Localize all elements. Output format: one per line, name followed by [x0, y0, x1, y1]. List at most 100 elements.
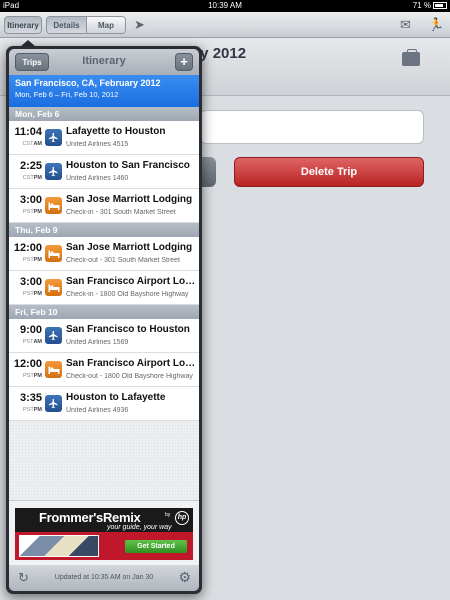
row-time: 3:35 — [19, 392, 42, 404]
row-tz: CST — [22, 175, 34, 181]
ad-by: by — [165, 512, 171, 518]
row-subtitle: United Airlines 1569 — [66, 339, 129, 346]
itinerary-list[interactable]: Mon, Feb 6 11:04 CSTAM Lafayette to Houston… — [9, 107, 199, 500]
battery-percent: 71 % — [412, 1, 431, 10]
itinerary-row[interactable]: 3:00 PSTPM San Francisco Airport Lodging Ch… — [9, 271, 199, 305]
section-header: Mon, Feb 6 — [9, 107, 199, 121]
row-title: San Jose Marriott Lodging — [66, 242, 193, 253]
updated-label: Updated at 10:35 AM on Jan 30 — [54, 574, 154, 581]
row-time: 3:00 — [19, 194, 42, 206]
row-timezone: PSTPM — [9, 291, 42, 297]
mail-icon[interactable]: ✉ — [400, 17, 411, 33]
trip-dates: Mon, Feb 6 – Fri, Feb 10, 2012 — [15, 90, 119, 99]
battery-icon — [433, 2, 447, 9]
row-subtitle: United Airlines 1460 — [66, 175, 129, 182]
gear-icon[interactable]: ⚙ — [178, 569, 191, 586]
battery-status: 71 % — [413, 1, 447, 10]
running-man-icon[interactable]: 🏃 — [428, 17, 444, 33]
ad-creative[interactable]: Frommer'sRemix by hp your guide, your wa… — [15, 508, 193, 560]
row-subtitle: United Airlines 4515 — [66, 141, 129, 148]
details-tab[interactable]: Details — [47, 17, 87, 33]
view-segmented-control: Details Map — [46, 16, 126, 34]
itinerary-row[interactable]: 12:00 PSTPM San Jose Marriott Lodging Check… — [9, 237, 199, 271]
row-title: Houston to Lafayette — [66, 392, 166, 403]
row-title: Lafayette to Houston — [66, 126, 166, 137]
row-time: 3:00 — [19, 276, 42, 288]
airplane-icon — [45, 163, 62, 180]
briefcase-icon[interactable] — [402, 49, 420, 66]
row-time: 12:00 — [13, 242, 42, 254]
selected-trip-banner[interactable]: San Francisco, CA, February 2012 Mon, Fe… — [9, 75, 199, 107]
row-timezone: PSTPM — [9, 407, 42, 413]
ad-tagline: your guide, your way — [107, 524, 172, 531]
itinerary-row[interactable]: 3:35 PSTPM Houston to Lafayette United Airl… — [9, 387, 199, 421]
row-title: Houston to San Francisco — [66, 160, 190, 171]
row-time: 2:25 — [19, 160, 42, 172]
row-subtitle: Check-in - 1800 Old Bayshore Highway — [66, 291, 189, 298]
row-subtitle: Check-out - 1800 Old Bayshore Highway — [66, 373, 193, 380]
itinerary-popover: Trips Itinerary + San Francisco, CA, Feb… — [6, 46, 202, 594]
row-tz: PST — [23, 209, 34, 215]
delete-trip-button[interactable]: Delete Trip — [234, 157, 424, 187]
bed-icon — [45, 361, 62, 378]
row-time: 12:00 — [13, 358, 42, 370]
row-timezone: CSTAM — [9, 141, 42, 147]
status-bar: iPad 10:39 AM 71 % — [0, 0, 450, 12]
row-ampm: PM — [33, 373, 42, 379]
row-timezone: PSTPM — [9, 373, 42, 379]
status-time: 10:39 AM — [208, 1, 242, 10]
row-time: 11:04 — [14, 126, 42, 138]
trip-title: San Francisco, CA, February 2012 — [15, 78, 161, 88]
row-title: San Francisco to Houston — [66, 324, 190, 335]
row-subtitle: Check-in - 301 South Market Street — [66, 209, 176, 216]
section-header: Fri, Feb 10 — [9, 305, 199, 319]
row-tz: PST — [23, 291, 34, 297]
itinerary-row[interactable]: 2:25 CSTPM Houston to San Francisco United … — [9, 155, 199, 189]
row-tz: PST — [23, 373, 34, 379]
itinerary-row[interactable]: 9:00 PSTAM San Francisco to Houston United … — [9, 319, 199, 353]
row-title: San Jose Marriott Lodging — [66, 194, 193, 205]
location-arrow-icon[interactable]: ➤ — [134, 17, 145, 33]
row-ampm: PM — [33, 175, 42, 181]
row-tz: PST — [23, 407, 34, 413]
ad-brand: Frommer'sRemix — [39, 510, 141, 525]
airplane-icon — [45, 395, 62, 412]
row-tz: PST — [22, 339, 34, 345]
row-time: 9:00 — [19, 324, 42, 336]
airplane-icon — [45, 129, 62, 146]
row-tz: CST — [22, 141, 34, 147]
ad-photos — [19, 535, 99, 557]
get-started-button[interactable]: Get Started — [125, 540, 187, 553]
airplane-icon — [45, 327, 62, 344]
row-ampm: AM — [33, 339, 42, 345]
trip-name-field[interactable] — [200, 110, 424, 144]
itinerary-row[interactable]: 3:00 PSTPM San Jose Marriott Lodging Check-… — [9, 189, 199, 223]
bed-icon — [45, 245, 62, 262]
popover-footer: ↻ Updated at 10:35 AM on Jan 30 ⚙ — [9, 565, 199, 591]
list-empty-area — [9, 421, 199, 500]
bed-icon — [45, 197, 62, 214]
row-title: San Francisco Airport Lodging — [66, 358, 196, 369]
row-timezone: CSTPM — [9, 175, 42, 181]
row-ampm: PM — [33, 291, 42, 297]
add-button[interactable]: + — [175, 53, 193, 71]
row-tz: PST — [23, 257, 34, 263]
popover-header: Trips Itinerary + — [9, 49, 199, 75]
ad-banner[interactable]: Frommer'sRemix by hp your guide, your wa… — [9, 500, 199, 565]
popover-title: Itinerary — [82, 55, 126, 67]
map-tab[interactable]: Map — [87, 17, 125, 33]
toolbar: Itinerary Details Map ➤ ✉ 🏃 — [0, 12, 450, 38]
row-ampm: PM — [33, 407, 42, 413]
row-subtitle: Check-out - 301 South Market Street — [66, 257, 180, 264]
row-ampm: PM — [33, 209, 42, 215]
hp-logo-icon: hp — [175, 511, 189, 525]
row-ampm: AM — [33, 141, 42, 147]
row-title: San Francisco Airport Lodging — [66, 276, 196, 287]
row-timezone: PSTPM — [9, 209, 42, 215]
row-timezone: PSTAM — [9, 339, 42, 345]
itinerary-button[interactable]: Itinerary — [4, 16, 42, 34]
itinerary-row[interactable]: 11:04 CSTAM Lafayette to Houston United Air… — [9, 121, 199, 155]
bed-icon — [45, 279, 62, 296]
itinerary-row[interactable]: 12:00 PSTPM San Francisco Airport Lodging C… — [9, 353, 199, 387]
row-timezone: PSTPM — [9, 257, 42, 263]
